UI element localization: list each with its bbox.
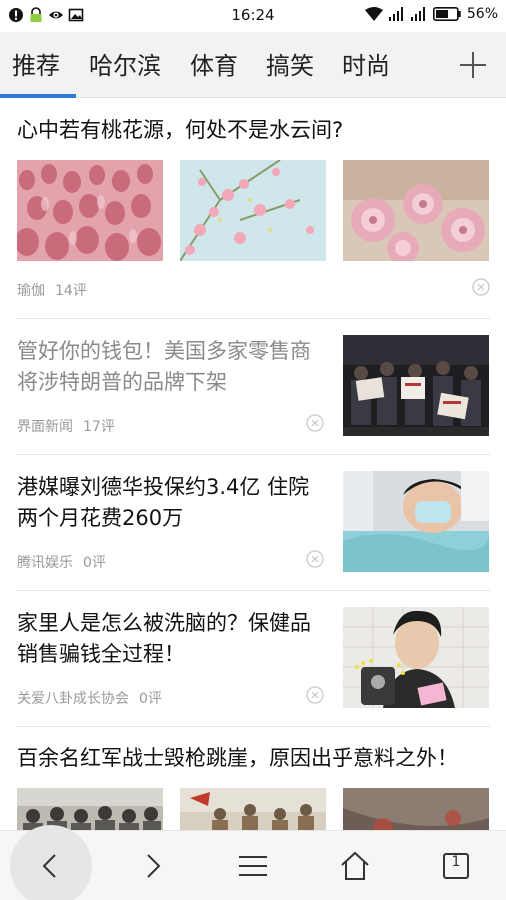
forward-button[interactable] [114,831,194,900]
add-channel-button[interactable] [440,32,506,96]
article-source: 关爱八卦成长协会 [17,691,129,707]
article-image[interactable] [343,788,489,830]
news-feed[interactable]: 心中若有桃花源，何处不是水云间? 瑜伽 14评 管好你的钱包！美国多家零售商将涉… [0,98,506,830]
tabs-button[interactable]: 1 [416,831,496,900]
tab-sports[interactable]: 体育 [190,46,238,81]
dislike-close-icon[interactable] [472,278,490,296]
article-title[interactable]: 心中若有桃花源，何处不是水云间? [17,115,490,146]
wifi-icon [364,7,383,21]
dislike-close-icon[interactable] [306,686,324,704]
article-title[interactable]: 港媒曝刘德华投保约3.4亿 住院两个月花费260万 [17,472,317,534]
comment-count: 17评 [83,419,115,435]
article-meta: 腾讯娱乐 0评 [17,552,106,572]
tab-recommended[interactable]: 推荐 [12,46,60,81]
dislike-close-icon[interactable] [306,414,324,432]
tab-fashion[interactable]: 时尚 [342,46,390,81]
signal-icon [410,7,425,21]
back-icon [42,854,56,878]
forward-icon [147,854,161,878]
menu-button[interactable] [213,831,293,900]
article-source: 腾讯娱乐 [17,555,73,571]
article-meta: 瑜伽 14评 [17,280,87,300]
article-title[interactable]: 家里人是怎么被洗脑的？保健品销售骗钱全过程！ [17,608,317,670]
comment-count: 0评 [139,691,162,707]
status-icons-right: 56% [364,6,498,22]
article-meta: 界面新闻 17评 [17,416,115,436]
article-title[interactable]: 百余名红军战士毁枪跳崖，原因出乎意料之外！ [17,743,490,774]
tab-count: 1 [451,854,461,870]
tab-harbin[interactable]: 哈尔滨 [89,46,161,81]
battery-percent: 56% [466,6,498,22]
home-button[interactable] [314,831,394,900]
article-image[interactable] [343,335,489,436]
article-image[interactable] [343,160,489,261]
menu-icon [239,856,267,876]
article-image[interactable] [180,788,326,830]
home-icon [341,851,369,880]
dislike-close-icon[interactable] [306,550,324,568]
browser-toolbar: 1 [0,825,506,900]
signal-icon [388,7,403,21]
article-title[interactable]: 管好你的钱包！美国多家零售商将涉特朗普的品牌下架 [17,336,317,398]
article-meta: 关爱八卦成长协会 0评 [17,688,162,708]
divider [17,318,490,319]
divider [17,590,490,591]
article-source: 界面新闻 [17,419,73,435]
divider [17,726,490,727]
article-source: 瑜伽 [17,283,45,299]
article-image[interactable] [17,160,163,261]
plus-icon [460,52,486,78]
comment-count: 0评 [83,555,106,571]
tab-funny[interactable]: 搞笑 [266,46,314,81]
back-button[interactable] [11,831,91,900]
article-image[interactable] [180,160,326,261]
battery-icon [432,7,461,21]
article-image[interactable] [17,788,163,830]
comment-count: 14评 [55,283,87,299]
article-image[interactable] [343,471,489,572]
channel-tab-bar: 推荐 哈尔滨 体育 搞笑 时尚 [0,32,506,98]
status-bar: 16:24 56% [0,0,506,32]
divider [17,454,490,455]
article-image[interactable] [343,607,489,708]
